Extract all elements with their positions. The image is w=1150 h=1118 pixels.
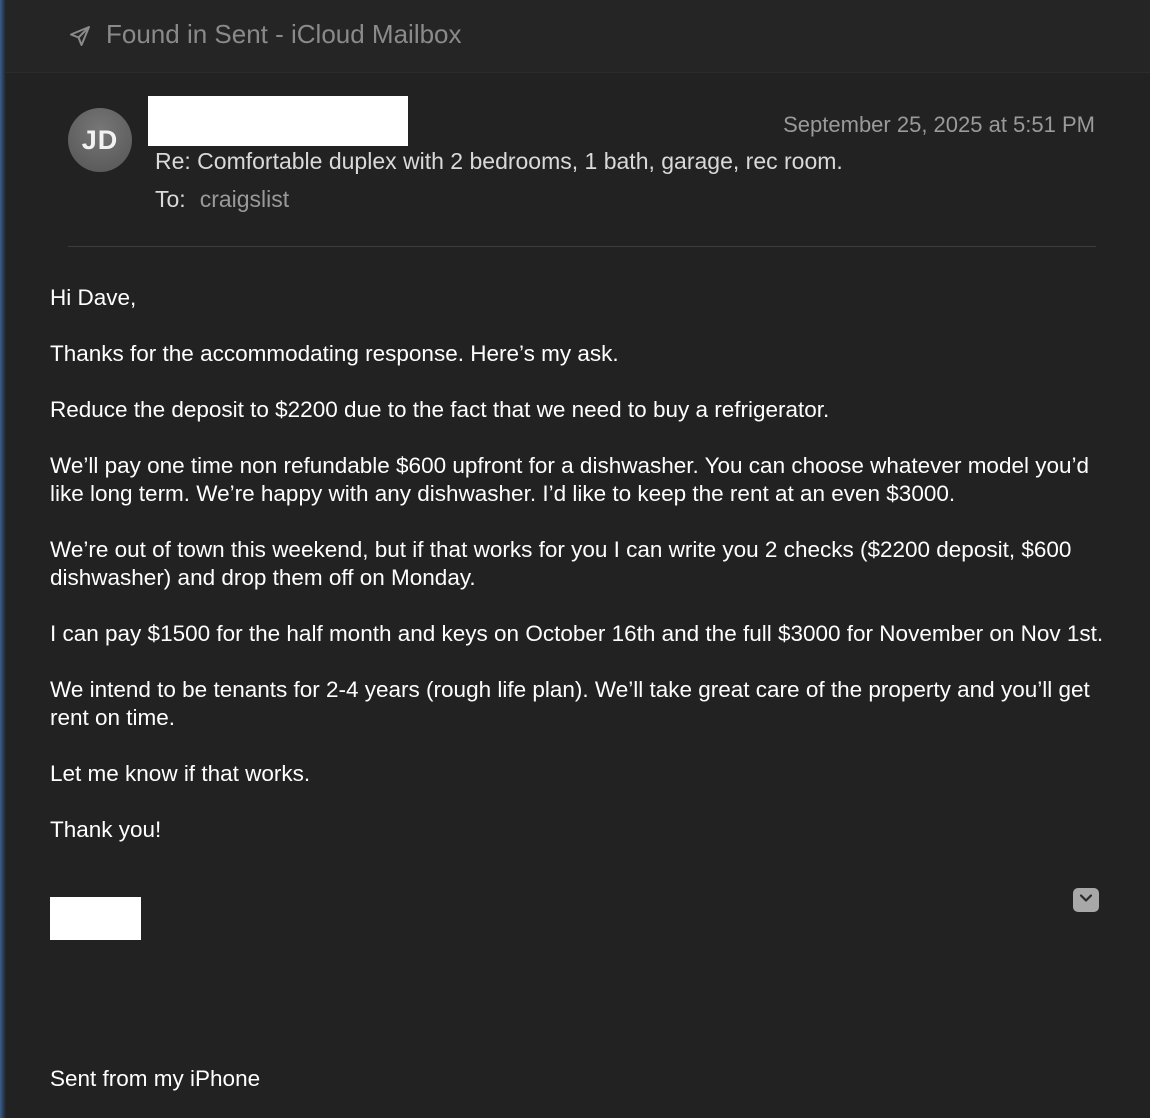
body-paragraph: We’re out of town this weekend, but if t… — [50, 537, 1072, 590]
body-paragraph: Thanks for the accommodating response. H… — [50, 341, 619, 366]
paper-plane-icon — [68, 24, 92, 48]
header-divider — [68, 246, 1096, 247]
chevron-down-icon — [1078, 891, 1094, 909]
recipient-row: To: craigslist — [155, 186, 289, 213]
to-label: To: — [155, 186, 186, 212]
closing-paragraph: Thank you! — [50, 817, 162, 842]
mail-message-window: Found in Sent - iCloud Mailbox JD Septem… — [0, 0, 1150, 1118]
avatar-initials: JD — [81, 124, 119, 155]
body-paragraph: We intend to be tenants for 2-4 years (r… — [50, 677, 1090, 730]
message-body: Hi Dave, Thanks for the accommodating re… — [50, 284, 1110, 872]
mailbox-banner-text[interactable]: Found in Sent - iCloud Mailbox — [106, 19, 462, 50]
message-subject: Re: Comfortable duplex with 2 bedrooms, … — [155, 148, 843, 174]
mailbox-banner: Found in Sent - iCloud Mailbox — [6, 0, 1150, 73]
body-paragraph: Reduce the deposit to $2200 due to the f… — [50, 397, 830, 422]
body-paragraph: I can pay $1500 for the half month and k… — [50, 621, 1104, 646]
message-date: September 25, 2025 at 5:51 PM — [783, 112, 1095, 137]
body-paragraph: We’ll pay one time non refundable $600 u… — [50, 453, 1090, 506]
greeting-paragraph: Hi Dave, — [50, 285, 137, 310]
window-edge — [0, 0, 6, 1118]
email-signature: Sent from my iPhone — [50, 1066, 261, 1091]
show-quoted-text-button[interactable] — [1073, 888, 1099, 912]
redacted-signature-name — [50, 897, 141, 940]
sender-avatar: JD — [68, 108, 132, 172]
body-paragraph: Let me know if that works. — [50, 761, 311, 786]
redacted-sender-name — [148, 96, 408, 146]
recipient-name[interactable]: craigslist — [200, 186, 289, 212]
